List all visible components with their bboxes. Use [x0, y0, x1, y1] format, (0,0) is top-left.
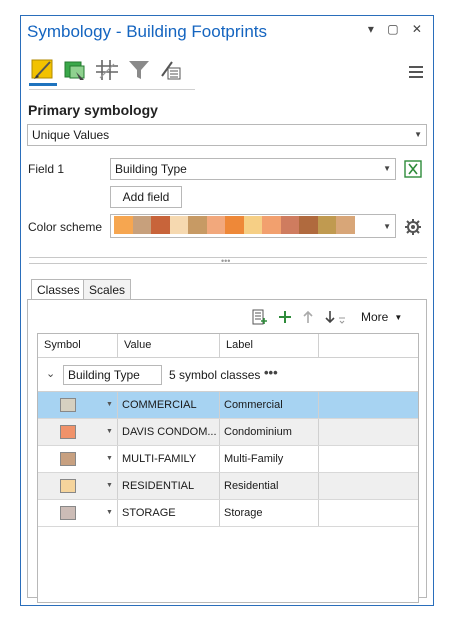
chevron-down-icon[interactable]: ▼ [106, 392, 113, 418]
chevron-down-icon[interactable]: ▼ [106, 446, 113, 472]
color-ramp-swatch [262, 216, 281, 234]
symbology-pane: Symbology - Building Footprints ▾ ▢ ✕ Pr… [20, 15, 434, 606]
filter-tool[interactable] [125, 56, 153, 84]
value-cell[interactable]: MULTI-FAMILY [118, 446, 220, 472]
add-class-icon[interactable] [277, 309, 293, 325]
symbol-swatch[interactable] [60, 425, 76, 439]
value-cell[interactable]: DAVIS CONDOM... [118, 419, 220, 445]
field1-label: Field 1 [28, 162, 65, 176]
gear-icon[interactable] [404, 218, 422, 236]
chevron-down-icon[interactable]: ▼ [106, 473, 113, 499]
renderer-dropdown[interactable]: Unique Values ▼ [27, 124, 427, 146]
chevron-down-icon[interactable]: ▼ [106, 419, 113, 445]
pane-title: Symbology - Building Footprints [27, 22, 268, 41]
color-ramp-swatch [243, 216, 262, 234]
color-ramp-swatch [206, 216, 225, 234]
header-label[interactable]: Label [220, 334, 319, 357]
symbol-swatch[interactable] [60, 479, 76, 493]
renderer-value: Unique Values [32, 128, 110, 142]
field1-value: Building Type [115, 162, 187, 176]
splitter-grip[interactable]: ••• [221, 256, 230, 266]
color-scheme-label: Color scheme [28, 220, 103, 234]
group-row: ⌄ Building Type 5 symbol classes ••• [38, 358, 418, 392]
toolbar-divider [29, 89, 195, 90]
value-cell[interactable]: STORAGE [118, 500, 220, 526]
collapse-chevron-icon[interactable]: ⌄ [46, 367, 55, 380]
table-row[interactable]: ▼ DAVIS CONDOM... Condominium [38, 419, 418, 446]
symbology-options-tool[interactable] [157, 56, 185, 84]
chevron-down-icon[interactable]: ▼ [106, 500, 113, 526]
symbol-swatch[interactable] [60, 452, 76, 466]
more-menu[interactable]: More [361, 310, 388, 324]
vary-symbology-tool[interactable] [93, 56, 121, 84]
tab-scales[interactable]: Scales [83, 279, 132, 299]
field1-dropdown[interactable]: Building Type ▼ [110, 158, 396, 180]
color-ramp-swatch [317, 216, 336, 234]
label-cell[interactable]: Condominium [220, 419, 319, 445]
table-row[interactable]: ▼ RESIDENTIAL Residential [38, 473, 418, 500]
paintbrush-icon [31, 59, 53, 79]
header-symbol[interactable]: Symbol [38, 334, 118, 357]
class-toolbar: More ▼ [251, 307, 402, 327]
more-options-icon[interactable]: ••• [264, 365, 278, 380]
symbol-swatch[interactable] [60, 398, 76, 412]
symbol-cell[interactable]: ▼ [38, 392, 118, 418]
color-ramp-swatch [169, 216, 188, 234]
color-ramp-swatch [299, 216, 318, 234]
move-down-icon[interactable] [323, 309, 337, 325]
primary-symbology-heading: Primary symbology [28, 102, 158, 118]
color-ramp-swatch [114, 216, 133, 234]
move-up-icon[interactable] [301, 309, 315, 325]
symbol-swatch[interactable] [60, 506, 76, 520]
layer-symbol-icon [64, 61, 85, 80]
symbol-cell[interactable]: ▼ [38, 419, 118, 445]
pane-splitter-bottom [29, 263, 427, 264]
filter-icon [129, 61, 149, 79]
color-ramp-swatch [225, 216, 244, 234]
color-ramp-swatch [188, 216, 207, 234]
chevron-down-icon: ▼ [383, 164, 391, 173]
classes-table: Symbol Value Label ⌄ Building Type 5 sym… [37, 333, 419, 603]
symbol-cell[interactable]: ▼ [38, 446, 118, 472]
list-brush-icon [161, 61, 181, 80]
chevron-down-icon: ▼ [394, 312, 403, 322]
sort-options-icon[interactable] [337, 309, 347, 325]
hamburger-menu-icon[interactable] [409, 66, 423, 81]
expression-icon[interactable] [404, 160, 422, 178]
label-cell[interactable]: Commercial [220, 392, 319, 418]
color-ramp-swatch [280, 216, 299, 234]
color-scheme-ramp [114, 216, 355, 236]
chevron-down-icon: ▼ [383, 222, 391, 231]
symbol-layer-tool[interactable] [61, 56, 89, 84]
table-row[interactable]: ▼ MULTI-FAMILY Multi-Family [38, 446, 418, 473]
chevron-down-icon: ▼ [414, 130, 422, 139]
class-count: 5 symbol classes [169, 368, 261, 382]
table-row[interactable]: ▼ STORAGE Storage [38, 500, 418, 527]
group-field-box[interactable]: Building Type [63, 365, 162, 385]
symbol-cell[interactable]: ▼ [38, 473, 118, 499]
tab-classes[interactable]: Classes [31, 279, 86, 300]
value-cell[interactable]: COMMERCIAL [118, 392, 220, 418]
header-value[interactable]: Value [118, 334, 220, 357]
table-row[interactable]: ▼ COMMERCIAL Commercial [38, 392, 418, 419]
window-controls[interactable]: ▾ ▢ ✕ [368, 22, 427, 36]
primary-symbology-tool[interactable] [29, 56, 57, 86]
color-ramp-swatch [132, 216, 151, 234]
symbol-cell[interactable]: ▼ [38, 500, 118, 526]
label-cell[interactable]: Residential [220, 473, 319, 499]
add-all-values-icon[interactable] [251, 308, 269, 326]
label-cell[interactable]: Multi-Family [220, 446, 319, 472]
color-ramp-swatch [151, 216, 170, 234]
hatch-icon [96, 60, 118, 80]
symbology-toolbar [29, 54, 195, 88]
color-ramp-swatch [336, 216, 355, 234]
add-field-button[interactable]: Add field [110, 186, 182, 208]
label-cell[interactable]: Storage [220, 500, 319, 526]
value-cell[interactable]: RESIDENTIAL [118, 473, 220, 499]
